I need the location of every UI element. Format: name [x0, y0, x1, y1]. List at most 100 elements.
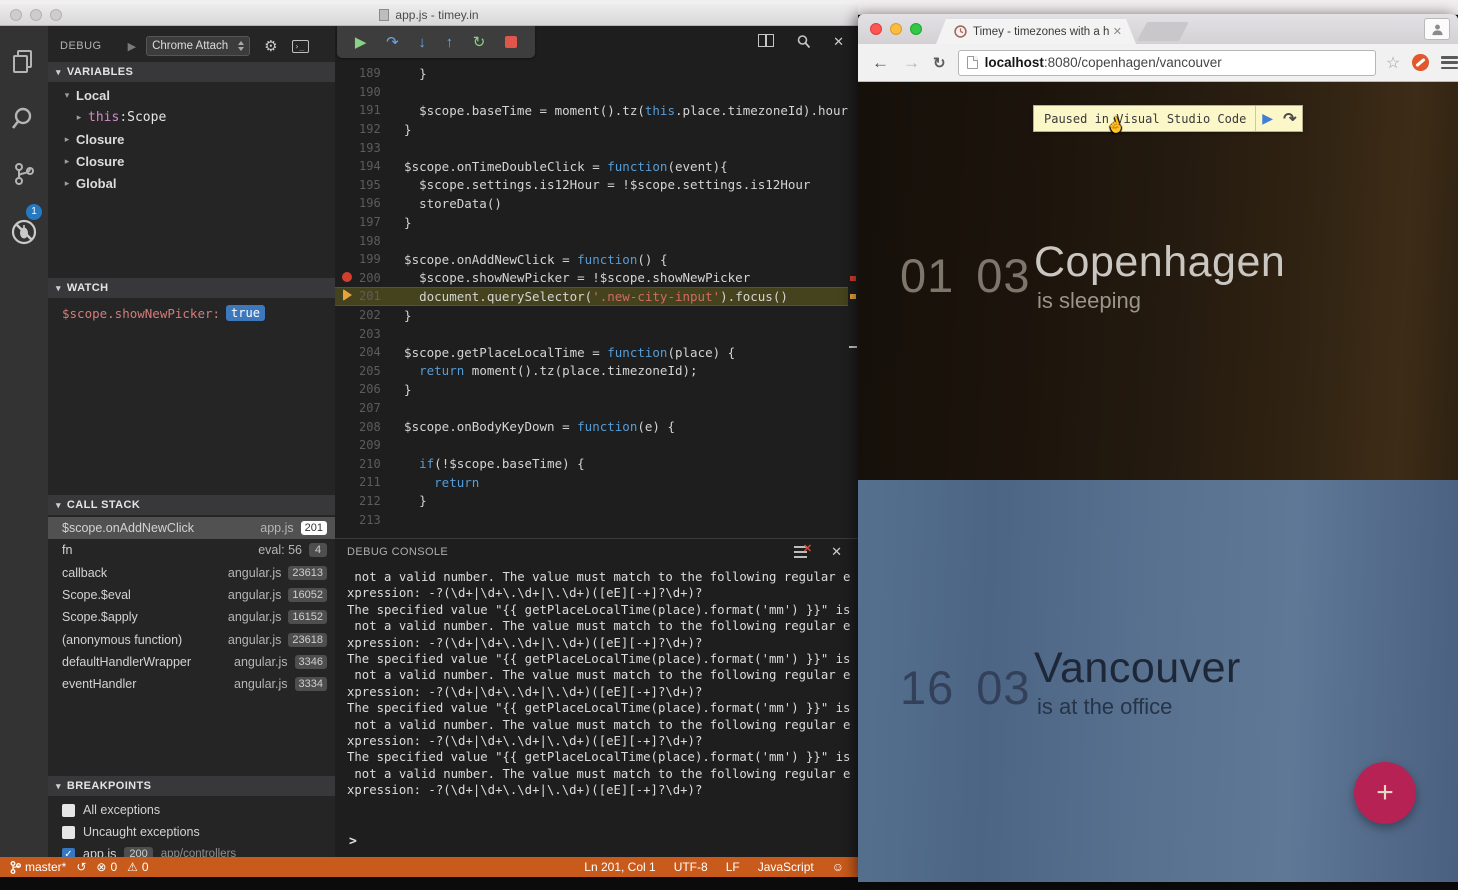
variable-row[interactable]: ▸this: Scope — [48, 106, 335, 128]
code-line[interactable]: 206 } — [335, 380, 858, 399]
extension-icon[interactable] — [1412, 54, 1428, 71]
code-line[interactable]: 204 $scope.getPlaceLocalTime = function(… — [335, 343, 858, 362]
collapsed-arrow-icon[interactable]: ▸ — [62, 178, 72, 189]
code-line[interactable]: 213 — [335, 510, 858, 529]
breakpoint-row[interactable]: Uncaught exceptions — [48, 821, 335, 843]
console-input-prompt[interactable]: > — [349, 834, 357, 849]
code-line[interactable]: 190 — [335, 83, 858, 102]
close-window-icon[interactable] — [870, 23, 882, 35]
variable-row[interactable]: ▸Closure — [48, 150, 335, 172]
search-icon[interactable] — [10, 104, 38, 132]
add-city-fab[interactable]: + — [1354, 762, 1416, 824]
watch-section-header[interactable]: ▾ WATCH — [48, 278, 335, 298]
cursor-position-item[interactable]: Ln 201, Col 1 — [584, 860, 655, 874]
breakpoint-row[interactable]: ✓app.js200app/controllers — [48, 843, 335, 857]
open-console-icon[interactable]: ›_ — [292, 40, 309, 53]
code-line[interactable]: 199 $scope.onAddNewClick = function() { — [335, 250, 858, 269]
step-over-icon[interactable]: ↷ — [1283, 109, 1296, 129]
code-line[interactable]: 197 } — [335, 213, 858, 232]
code-line[interactable]: 198 — [335, 231, 858, 250]
continue-icon[interactable]: ▶ — [355, 35, 367, 50]
stop-icon[interactable] — [505, 36, 517, 48]
code-editor[interactable]: 189 }190191 $scope.baseTime = moment().t… — [335, 26, 858, 538]
git-branch-item[interactable]: master* — [10, 860, 66, 874]
eol-item[interactable]: LF — [726, 860, 740, 874]
encoding-item[interactable]: UTF-8 — [674, 860, 708, 874]
start-debug-icon[interactable]: ▶ — [128, 40, 136, 53]
breakpoints-section-header[interactable]: ▾ BREAKPOINTS — [48, 776, 335, 796]
local-time-copenhagen[interactable]: 01 03 — [900, 248, 1031, 303]
callstack-frame[interactable]: (anonymous function)angular.js23618 — [48, 628, 335, 650]
code-line[interactable]: 212 } — [335, 492, 858, 511]
minimize-window-icon[interactable] — [30, 9, 42, 21]
explorer-files-icon[interactable] — [10, 48, 38, 76]
resume-script-icon[interactable]: ▶ — [1262, 110, 1273, 127]
code-line[interactable]: 205 return moment().tz(place.timezoneId)… — [335, 362, 858, 381]
forward-button[interactable]: → — [903, 53, 920, 73]
console-output[interactable]: not a valid number. The value must match… — [347, 569, 847, 799]
callstack-frame[interactable]: Scope.$evalangular.js16052 — [48, 584, 335, 606]
open-preview-icon[interactable] — [796, 34, 811, 54]
split-editor-icon[interactable] — [758, 34, 774, 47]
zoom-window-icon[interactable] — [910, 23, 922, 35]
code-line[interactable]: 189 } — [335, 64, 858, 83]
step-into-icon[interactable]: ↓ — [418, 35, 426, 50]
callstack-frame[interactable]: callbackangular.js23613 — [48, 562, 335, 584]
city-panel-vancouver[interactable]: 16 03 Vancouver is at the office — [858, 480, 1458, 882]
callstack-frame[interactable]: $scope.onAddNewClickapp.js201 — [48, 517, 335, 539]
close-console-icon[interactable]: ✕ — [831, 544, 842, 560]
profile-button[interactable] — [1424, 18, 1450, 40]
errors-item[interactable]: ⊗0 — [96, 860, 117, 874]
city-panel-copenhagen[interactable]: Paused in Visual Studio Code ▶ ↷ ☝ 01 03… — [858, 82, 1458, 480]
watch-expression-row[interactable]: $scope.showNewPicker: true — [62, 302, 265, 324]
variable-row[interactable]: ▸Closure — [48, 128, 335, 150]
code-line[interactable]: 209 — [335, 436, 858, 455]
callstack-frame[interactable]: defaultHandlerWrapperangular.js3346 — [48, 651, 335, 673]
code-line[interactable]: 200 $scope.showNewPicker = !$scope.showN… — [335, 269, 858, 288]
breakpoint-checkbox[interactable] — [62, 826, 75, 839]
code-line[interactable]: 203 — [335, 324, 858, 343]
zoom-window-icon[interactable] — [50, 9, 62, 21]
clear-console-icon[interactable]: ✕ — [794, 546, 809, 558]
close-editor-icon[interactable]: ✕ — [833, 34, 844, 54]
code-line[interactable]: 201 document.querySelector('.new-city-in… — [335, 287, 858, 306]
breakpoint-gutter[interactable] — [335, 270, 359, 285]
vscode-titlebar[interactable]: app.js - timey.in — [0, 4, 858, 26]
warnings-item[interactable]: ⚠0 — [127, 860, 148, 874]
breakpoint-checkbox[interactable] — [62, 804, 75, 817]
callstack-frame[interactable]: Scope.$applyangular.js16152 — [48, 606, 335, 628]
feedback-smiley-icon[interactable]: ☺ — [832, 860, 844, 874]
minimize-window-icon[interactable] — [890, 23, 902, 35]
local-time-vancouver[interactable]: 16 03 — [900, 660, 1031, 715]
expanded-arrow-icon[interactable]: ▾ — [62, 90, 72, 101]
source-control-git-icon[interactable] — [10, 160, 38, 188]
breakpoint-gutter[interactable] — [335, 289, 359, 304]
restart-icon[interactable]: ↻ — [473, 35, 486, 50]
collapsed-arrow-icon[interactable]: ▸ — [62, 134, 72, 145]
callstack-frame[interactable]: fneval: 564 — [48, 539, 335, 561]
breakpoint-dot-icon[interactable] — [342, 272, 352, 282]
language-mode-item[interactable]: JavaScript — [758, 860, 814, 874]
close-window-icon[interactable] — [10, 9, 22, 21]
reload-button[interactable]: ↻ — [933, 54, 946, 72]
vscode-traffic-lights[interactable] — [10, 9, 62, 21]
address-bar[interactable]: localhost :8080/copenhagen/vancouver — [958, 50, 1376, 76]
launch-config-select[interactable]: Chrome Attach — [146, 36, 250, 56]
step-out-icon[interactable]: ↑ — [446, 35, 454, 50]
code-line[interactable]: 195 $scope.settings.is12Hour = !$scope.s… — [335, 176, 858, 195]
code-line[interactable]: 196 storeData() — [335, 194, 858, 213]
chrome-traffic-lights[interactable] — [870, 23, 922, 35]
callstack-frame[interactable]: eventHandlerangular.js3334 — [48, 673, 335, 695]
sync-icon[interactable]: ↺ — [76, 860, 86, 874]
configure-gear-icon[interactable]: ⚙ — [264, 37, 277, 55]
new-tab-button[interactable] — [1137, 22, 1189, 41]
code-line[interactable]: 202 } — [335, 306, 858, 325]
bug-slash-debug-icon[interactable] — [10, 218, 38, 246]
debug-console-header[interactable]: DEBUG CONSOLE ✕ ✕ — [335, 539, 858, 565]
code-line[interactable]: 193 — [335, 138, 858, 157]
variable-row[interactable]: ▾Local — [48, 84, 335, 106]
bookmark-star-icon[interactable]: ☆ — [1386, 53, 1400, 73]
breakpoint-row[interactable]: All exceptions — [48, 799, 335, 821]
collapsed-arrow-icon[interactable]: ▸ — [74, 112, 84, 123]
code-line[interactable]: 210 if(!$scope.baseTime) { — [335, 454, 858, 473]
